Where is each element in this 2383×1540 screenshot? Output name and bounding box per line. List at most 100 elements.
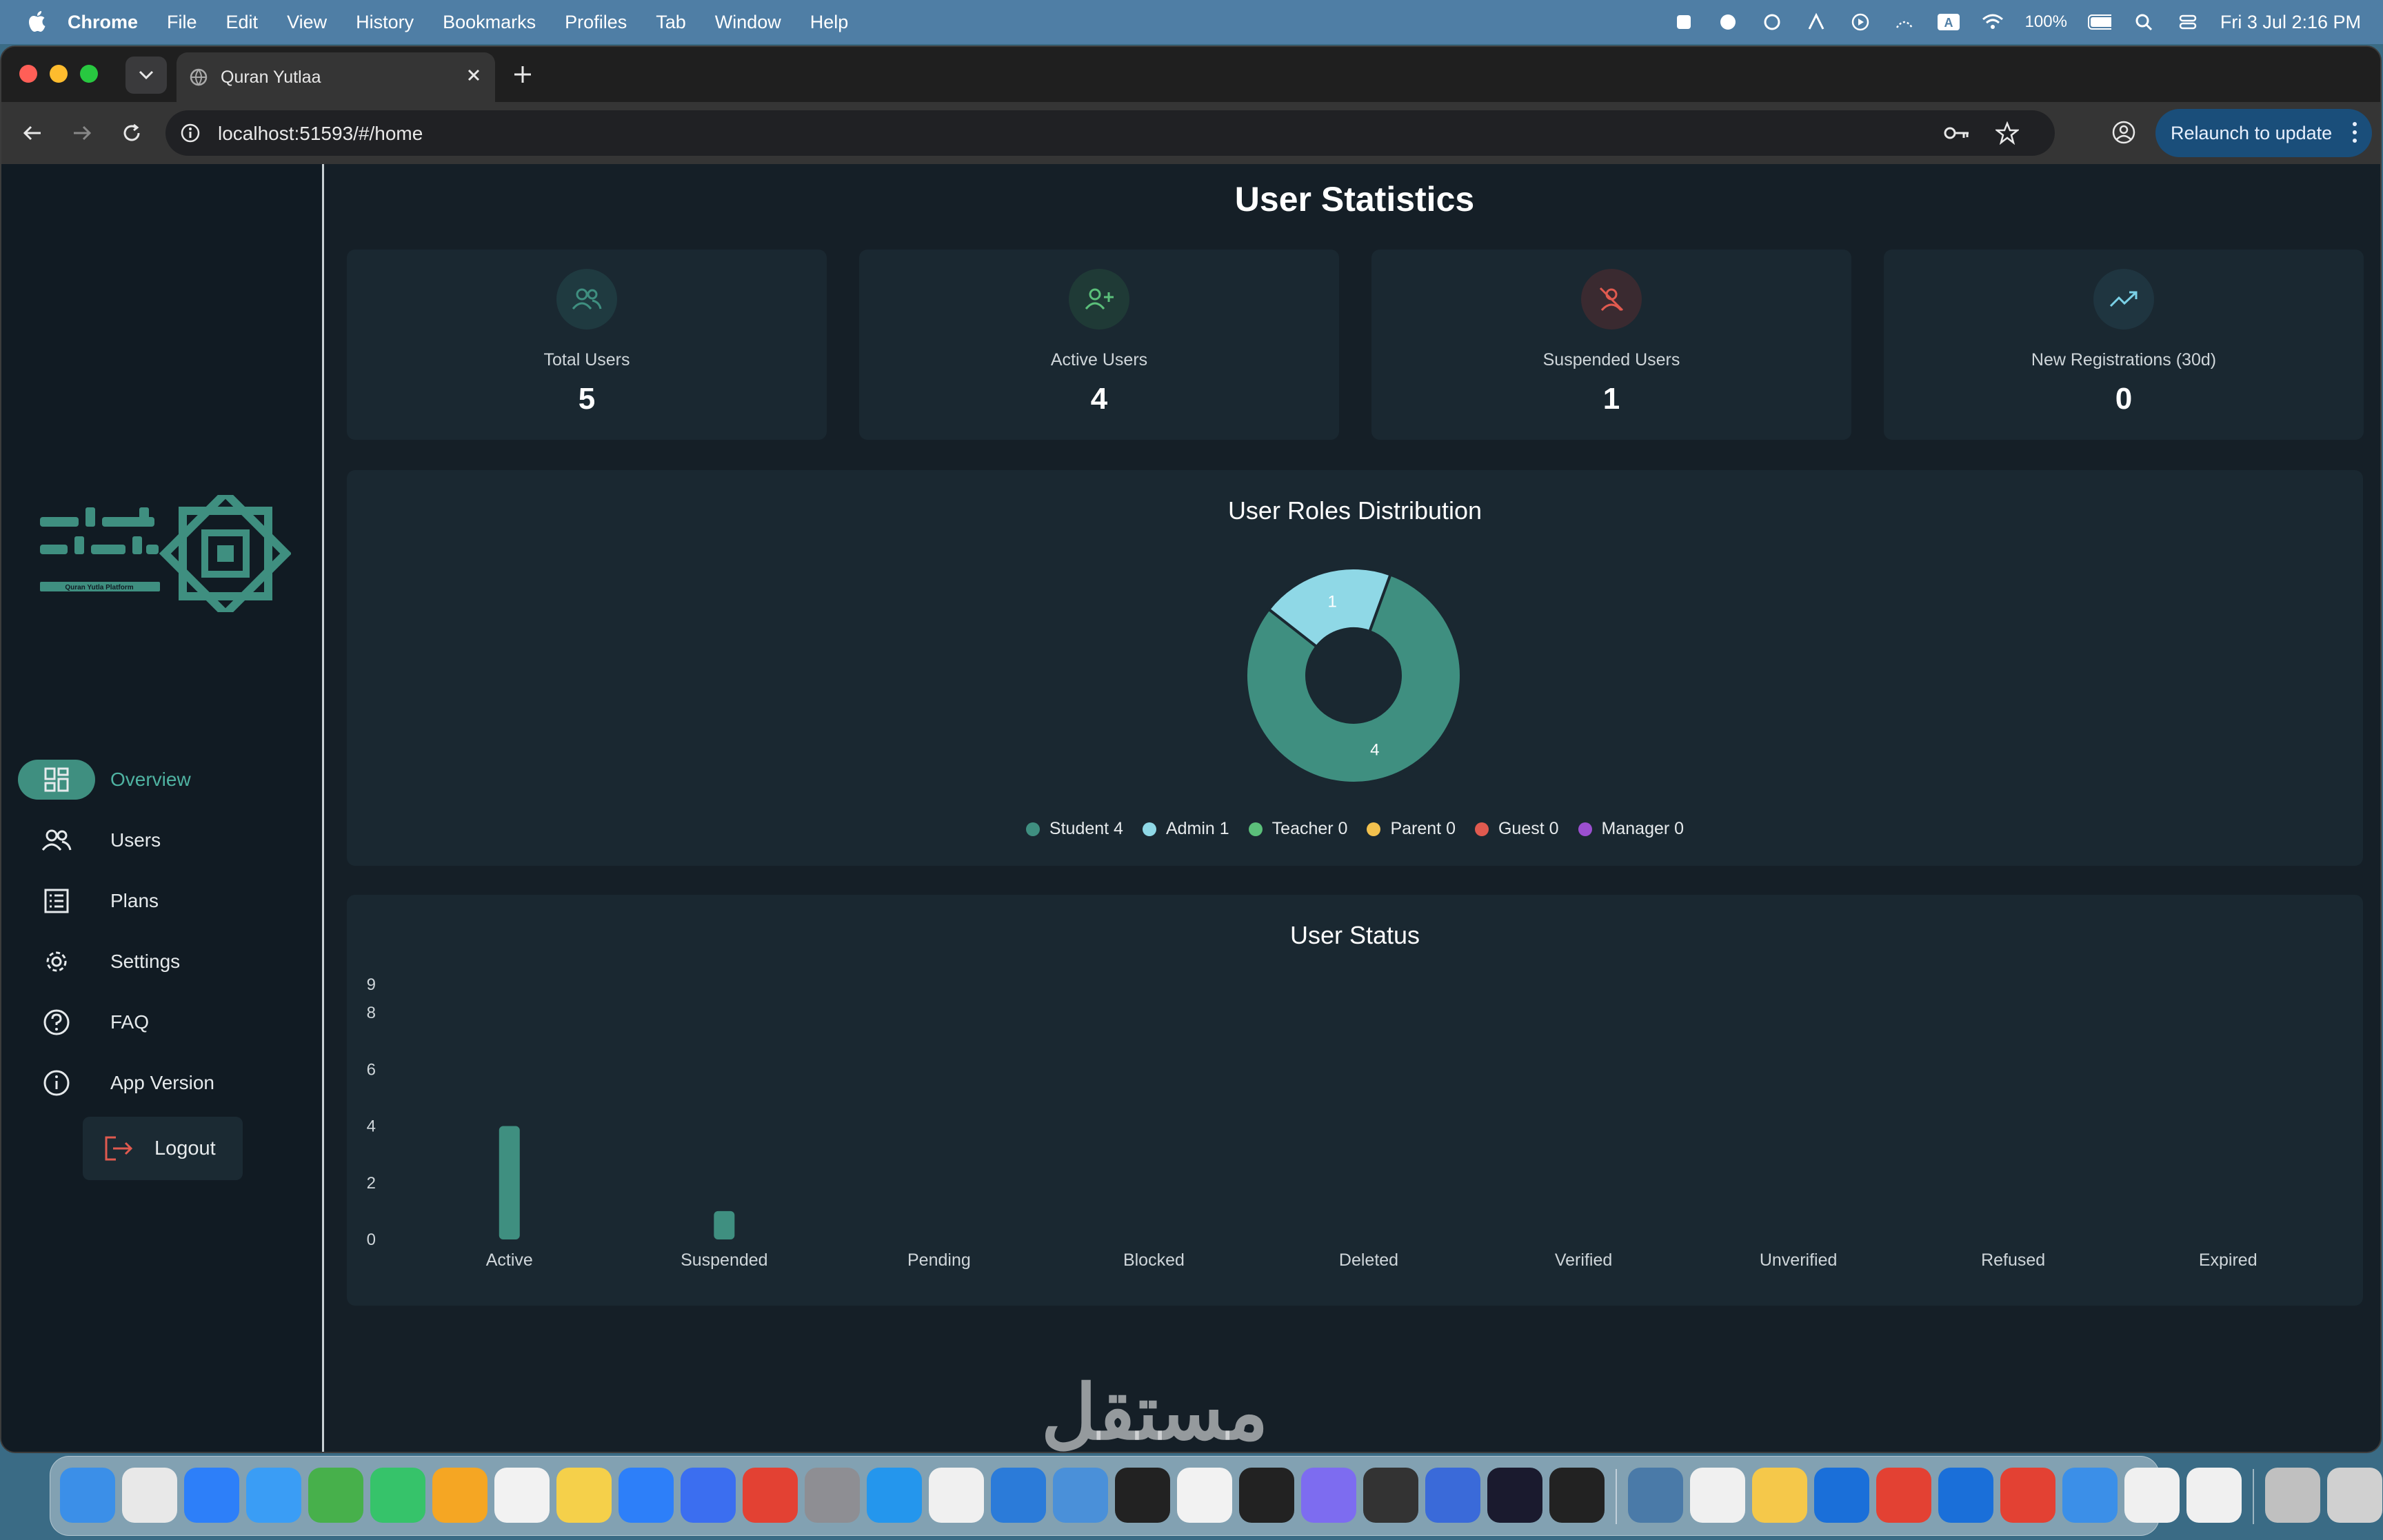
legend-item-parent[interactable]: Parent 0 [1367,819,1456,839]
dock-app-icon[interactable] [991,1468,1046,1523]
sidebar-item-app-version[interactable]: App Version [18,1063,308,1103]
clock[interactable]: Fri 3 Jul 2:16 PM [2220,12,2361,33]
sidebar-item-users[interactable]: Users [18,820,308,860]
status-app-icon[interactable] [1893,10,1916,34]
dock-app-icon[interactable] [60,1468,115,1523]
dock-app-icon[interactable] [929,1468,984,1523]
dock-app-icon[interactable] [1239,1468,1294,1523]
dock-app-icon[interactable] [681,1468,736,1523]
logout-button[interactable]: Logout [83,1117,243,1180]
tab-strip: Quran Yutlaa [1,47,2380,102]
dock-app-icon[interactable] [1938,1468,1993,1523]
bar-active[interactable] [499,1126,520,1239]
wifi-icon[interactable] [1981,10,2004,34]
dock-app-icon[interactable] [743,1468,798,1523]
dock-app-icon[interactable] [370,1468,425,1523]
trash-icon[interactable] [2327,1468,2382,1523]
battery-percent: 100% [2024,12,2067,31]
dock-app-icon[interactable] [1177,1468,1232,1523]
stat-value: 0 [2115,382,2133,416]
zoom-window-button[interactable] [80,65,98,83]
close-window-button[interactable] [19,65,37,83]
dock-app-icon[interactable] [619,1468,674,1523]
battery-icon[interactable] [2087,10,2111,34]
dock-app-icon[interactable] [1487,1468,1542,1523]
sidebar-item-plans[interactable]: Plans [18,881,308,921]
menu-profiles[interactable]: Profiles [565,12,627,33]
dock-app-icon[interactable] [1425,1468,1480,1523]
legend-item-teacher[interactable]: Teacher 0 [1248,819,1347,839]
close-tab-icon[interactable] [465,66,483,84]
dock-app-icon[interactable] [308,1468,363,1523]
sidebar-item-settings[interactable]: Settings [18,942,308,982]
dock-app-icon[interactable] [1876,1468,1931,1523]
dock-app-icon[interactable] [2265,1468,2320,1523]
bar-suspended[interactable] [714,1210,735,1239]
dock-app-icon[interactable] [184,1468,239,1523]
menu-window[interactable]: Window [715,12,781,33]
tab-search-button[interactable] [125,57,167,94]
sidebar-item-overview[interactable]: Overview [18,760,308,800]
legend-item-guest[interactable]: Guest 0 [1474,819,1559,839]
forward-button[interactable] [68,119,97,148]
url-text[interactable]: localhost:51593/#/home [218,123,423,145]
status-app-icon[interactable] [1804,10,1828,34]
legend-item-student[interactable]: Student 4 [1025,819,1123,839]
dock-app-icon[interactable] [867,1468,922,1523]
relaunch-to-update-button[interactable]: Relaunch to update [2155,109,2372,157]
dock-app-icon[interactable] [1363,1468,1418,1523]
dock-app-icon[interactable] [432,1468,487,1523]
legend-item-manager[interactable]: Manager 0 [1578,819,1684,839]
play-icon[interactable] [1849,10,1872,34]
status-app-icon[interactable] [1716,10,1740,34]
dock-app-icon[interactable] [805,1468,860,1523]
key-icon[interactable] [1943,123,1971,143]
legend-item-admin[interactable]: Admin 1 [1142,819,1229,839]
dock-app-icon[interactable] [556,1468,612,1523]
menu-bookmarks[interactable]: Bookmarks [443,12,536,33]
browser-tab[interactable]: Quran Yutlaa [177,52,495,102]
apple-logo-icon[interactable] [26,10,48,34]
dock-app-icon[interactable] [1115,1468,1170,1523]
dock-app-icon[interactable] [2062,1468,2118,1523]
profile-icon[interactable] [2110,119,2138,146]
menu-view[interactable]: View [287,12,327,33]
site-info-icon[interactable] [179,122,201,144]
dock-app-icon[interactable] [122,1468,177,1523]
menu-file[interactable]: File [167,12,197,33]
dock-app-icon[interactable] [2124,1468,2180,1523]
menu-help[interactable]: Help [810,12,849,33]
reload-icon [123,123,140,141]
dock-app-icon[interactable] [1752,1468,1807,1523]
menu-edit[interactable]: Edit [226,12,259,33]
new-tab-icon[interactable] [509,61,536,88]
menu-app-name[interactable]: Chrome [68,12,138,33]
stat-value: 5 [578,382,596,416]
control-center-icon[interactable] [2176,10,2200,34]
dock-app-icon[interactable] [2186,1468,2242,1523]
menu-history[interactable]: History [356,12,414,33]
dock-app-icon[interactable] [1814,1468,1869,1523]
minimize-window-button[interactable] [50,65,68,83]
sidebar-item-faq[interactable]: FAQ [18,1002,308,1042]
dock-app-icon[interactable] [1549,1468,1605,1523]
keyboard-input-icon[interactable]: A [1937,10,1960,34]
bookmark-star-icon[interactable] [1995,121,2019,145]
status-app-icon[interactable] [1760,10,1784,34]
y-tick-label: 4 [367,1117,376,1136]
menu-tab[interactable]: Tab [656,12,686,33]
dock-app-icon[interactable] [2000,1468,2055,1523]
dock-app-icon[interactable] [1301,1468,1356,1523]
dock-app-icon[interactable] [246,1468,301,1523]
sidebar-item-label: App Version [110,1072,214,1093]
dock-app-icon[interactable] [1053,1468,1108,1523]
dock-app-icon[interactable] [1690,1468,1745,1523]
reload-button[interactable] [117,119,146,148]
dock-app-icon[interactable] [1628,1468,1683,1523]
search-icon[interactable] [2132,10,2155,34]
back-button[interactable] [18,119,47,148]
legend-dot [1025,822,1040,836]
dock-app-icon[interactable] [494,1468,550,1523]
status-app-icon[interactable] [1672,10,1696,34]
address-bar[interactable]: localhost:51593/#/home [165,110,2055,156]
